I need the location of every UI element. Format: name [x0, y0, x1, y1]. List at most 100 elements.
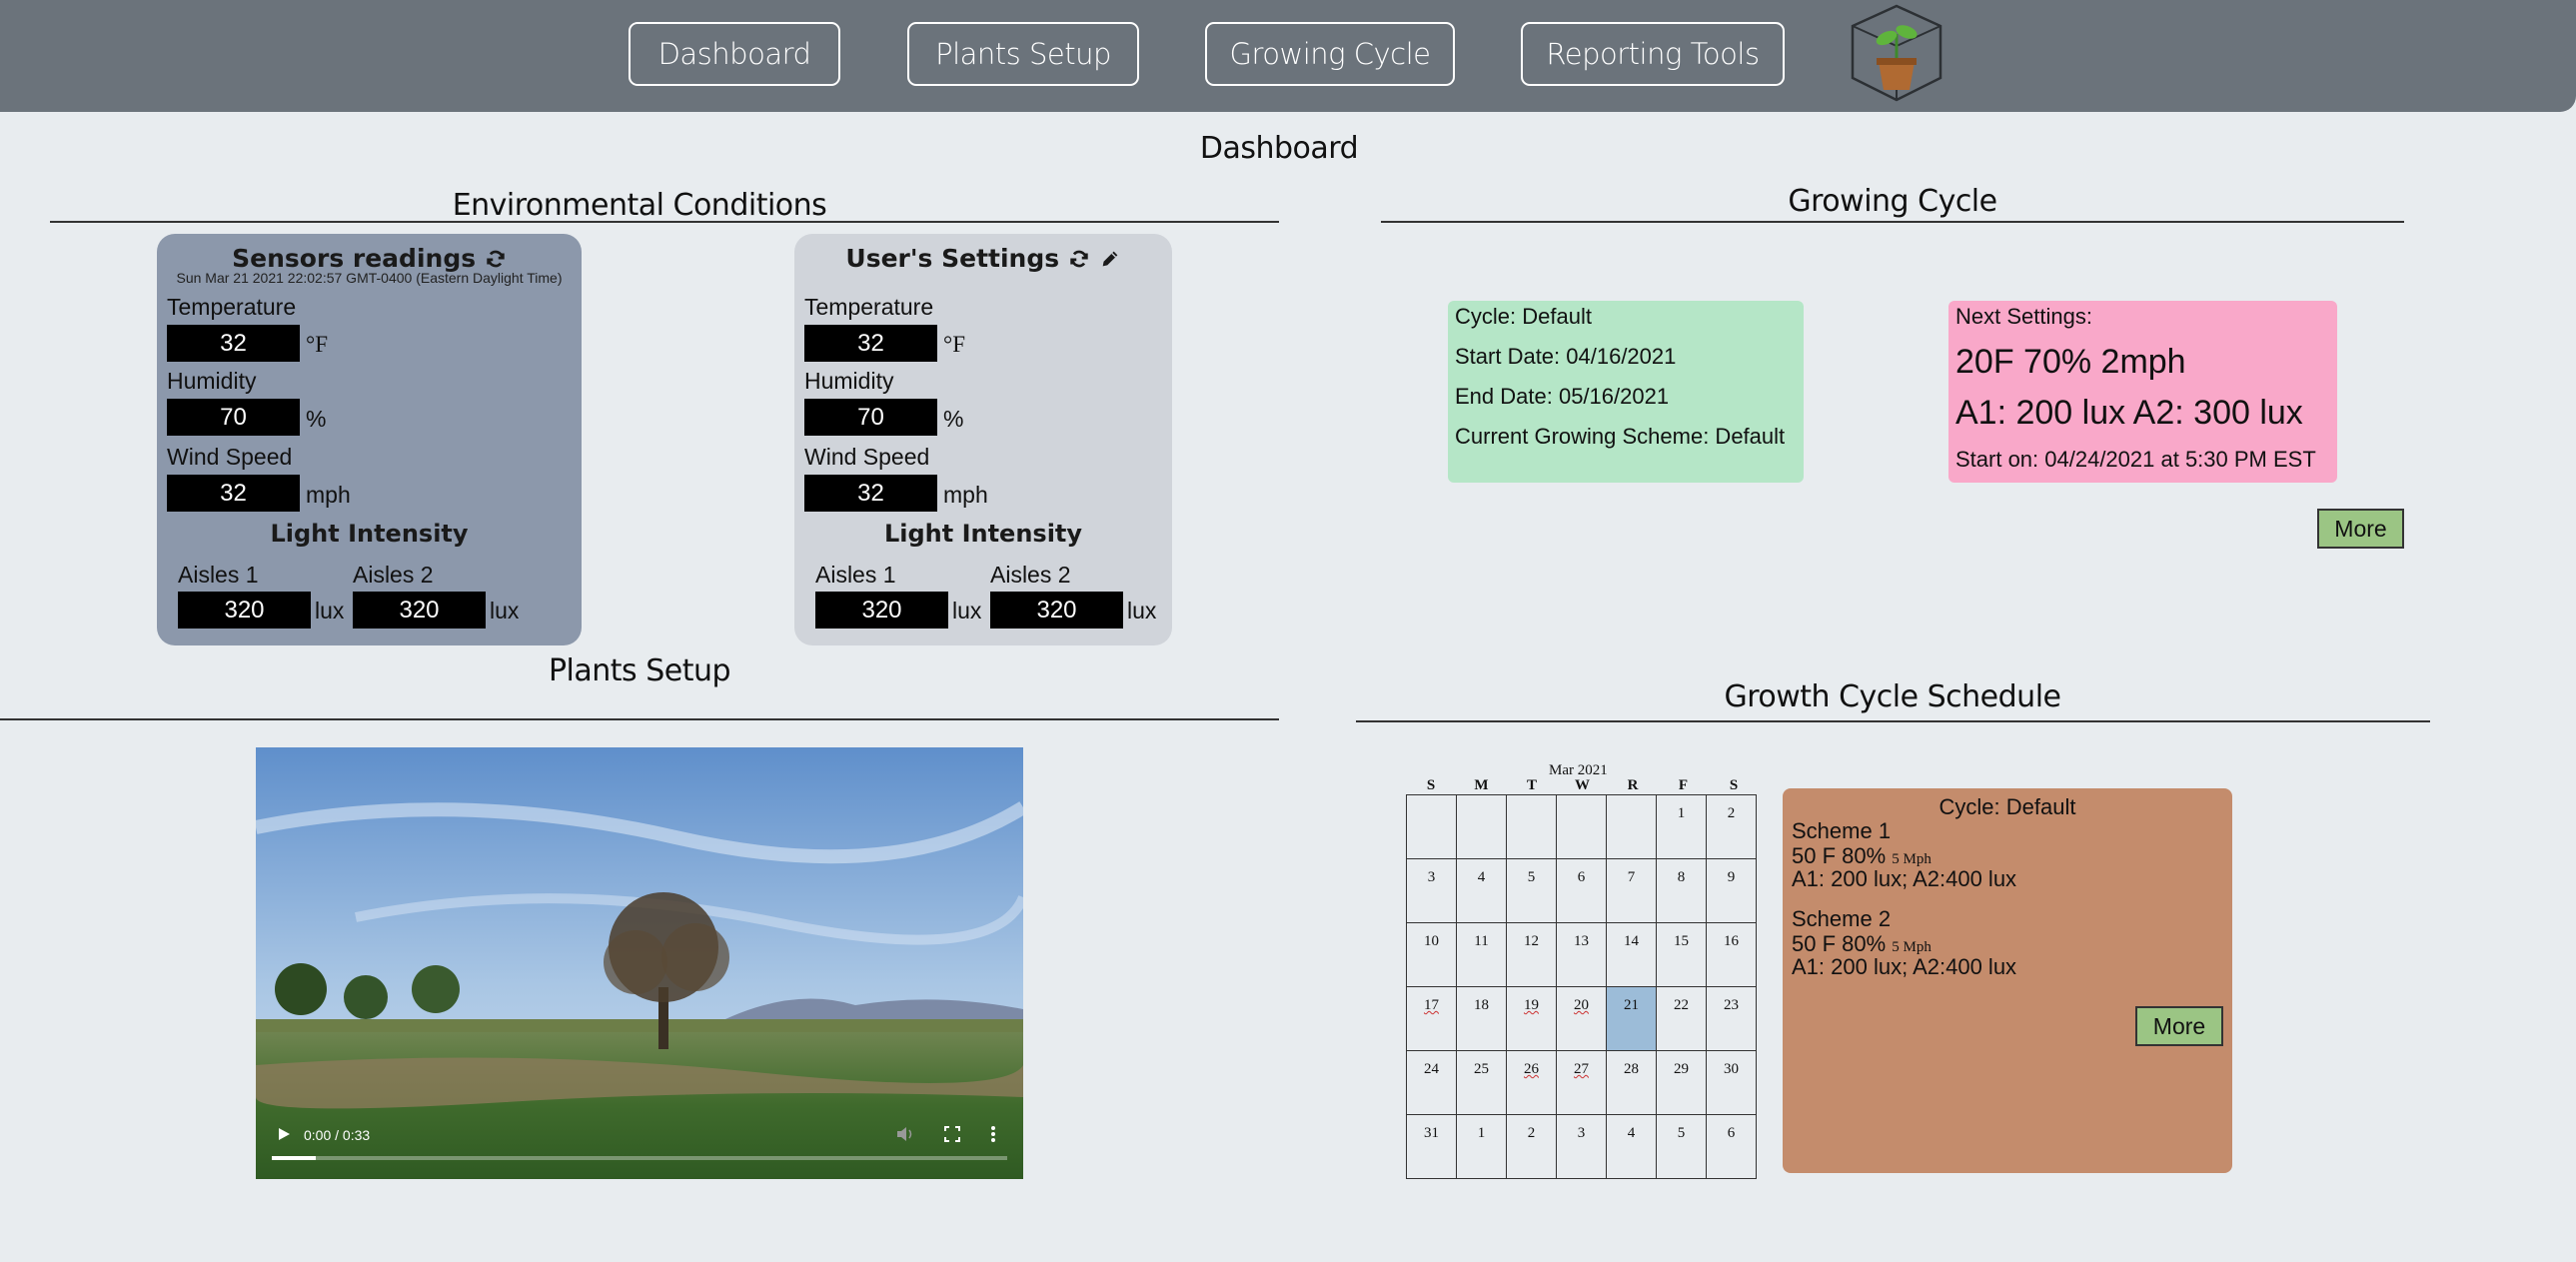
calendar-day[interactable]: 13	[1556, 922, 1607, 987]
calendar-day[interactable]: 8	[1656, 858, 1707, 923]
growing-cycle-more-button[interactable]: More	[2317, 509, 2404, 549]
calendar-week: 10 11 12 13 14 15 16	[1406, 922, 1757, 987]
growing-cycle-divider	[1381, 221, 2404, 223]
growing-cycle-title: Growing Cycle	[1788, 184, 1997, 219]
calendar-day[interactable]: 1	[1456, 1114, 1507, 1179]
calendar-day[interactable]: 30	[1706, 1050, 1757, 1115]
settings-card-header: User's Settings	[794, 244, 1172, 273]
volume-icon[interactable]	[895, 1125, 915, 1143]
calendar-day[interactable]: 31	[1406, 1114, 1457, 1179]
calendar-day[interactable]: 7	[1606, 858, 1657, 923]
calendar-day[interactable]: 15	[1656, 922, 1707, 987]
calendar-day[interactable]: 4	[1606, 1114, 1657, 1179]
scheme1-temp-humidity: 50 F 80%	[1792, 843, 1887, 868]
scheme1-title: Scheme 1	[1792, 818, 1892, 843]
setting-temperature-unit: °F	[943, 332, 965, 357]
setting-aisle2-value[interactable]: 320	[990, 592, 1123, 629]
play-icon[interactable]	[276, 1126, 292, 1142]
aisle2-value: 320	[353, 592, 486, 629]
calendar-day[interactable]: 29	[1656, 1050, 1707, 1115]
calendar-day[interactable]: 26	[1506, 1050, 1557, 1115]
calendar-day[interactable]	[1456, 794, 1507, 859]
plant-video-player[interactable]: 0:00 / 0:33	[256, 747, 1023, 1179]
plant-logo-icon[interactable]	[1849, 4, 1944, 102]
calendar-day[interactable]: 5	[1506, 858, 1557, 923]
calendar-day[interactable]: 23	[1706, 986, 1757, 1051]
calendar-week: 12	[1406, 794, 1757, 859]
calendar-day[interactable]	[1556, 794, 1607, 859]
next-settings-lux: A1: 200 lux A2: 300 lux	[1955, 394, 2303, 432]
calendar-day[interactable]: 2	[1706, 794, 1757, 859]
next-settings-climate: 20F 70% 2mph	[1955, 343, 2186, 381]
calendar-day[interactable]	[1506, 794, 1557, 859]
calendar-day[interactable]: 14	[1606, 922, 1657, 987]
nav-growing-cycle-button[interactable]: Growing Cycle	[1205, 22, 1455, 86]
calendar-day[interactable]: 1	[1656, 794, 1707, 859]
nav-reporting-tools-button[interactable]: Reporting Tools	[1521, 22, 1785, 86]
scheme1-wind: 5 Mph	[1892, 851, 1932, 867]
calendar-day[interactable]: 25	[1456, 1050, 1507, 1115]
calendar-weekday: S	[1426, 777, 1436, 793]
calendar-day[interactable]: 19	[1506, 986, 1557, 1051]
user-settings-card: User's Settings Temperature 32 °F Humidi…	[794, 234, 1172, 645]
fullscreen-icon[interactable]	[943, 1125, 961, 1143]
scheme-cycle-name: Cycle: Default	[1938, 794, 2076, 819]
schedule-more-button[interactable]: More	[2135, 1006, 2223, 1046]
growth-schedule-title: Growth Cycle Schedule	[1724, 679, 2061, 714]
aisle1-value: 320	[178, 592, 311, 629]
calendar-day[interactable]: 27	[1556, 1050, 1607, 1115]
scheme2-title: Scheme 2	[1792, 906, 1892, 931]
setting-humidity-value[interactable]: 70	[804, 399, 937, 436]
calendar-day[interactable]: 3	[1406, 858, 1457, 923]
pencil-icon[interactable]	[1099, 248, 1121, 270]
temperature-value: 32	[167, 325, 300, 362]
wind-speed-unit: mph	[306, 482, 351, 508]
calendar-day[interactable]: 24	[1406, 1050, 1457, 1115]
setting-aisle1-value[interactable]: 320	[815, 592, 948, 629]
nav-dashboard-button[interactable]: Dashboard	[629, 22, 840, 86]
calendar-weekday: R	[1627, 777, 1639, 793]
calendar-day[interactable]: 10	[1406, 922, 1457, 987]
calendar-day[interactable]: 21	[1606, 986, 1657, 1051]
plants-setup-title: Plants Setup	[548, 653, 731, 688]
calendar-day[interactable]: 28	[1606, 1050, 1657, 1115]
calendar-day[interactable]	[1606, 794, 1657, 859]
setting-aisle2-label: Aisles 2	[990, 562, 1071, 588]
calendar-day[interactable]: 17	[1406, 986, 1457, 1051]
calendar-day[interactable]	[1406, 794, 1457, 859]
nav-plants-setup-button[interactable]: Plants Setup	[907, 22, 1139, 86]
calendar-week: 17 18 19 20 21 22 23	[1406, 986, 1757, 1051]
env-divider	[50, 221, 1279, 223]
setting-wind-speed-unit: mph	[943, 482, 988, 508]
calendar-day[interactable]: 12	[1506, 922, 1557, 987]
video-frame	[256, 747, 1023, 1179]
refresh-icon[interactable]	[485, 248, 507, 270]
plants-setup-divider	[0, 718, 1279, 720]
setting-temperature-value[interactable]: 32	[804, 325, 937, 362]
setting-wind-speed-value[interactable]: 32	[804, 475, 937, 512]
page-title: Dashboard	[1199, 131, 1359, 166]
setting-humidity-unit: %	[943, 406, 964, 432]
calendar-day[interactable]: 3	[1556, 1114, 1607, 1179]
light-intensity-heading: Light Intensity	[270, 520, 469, 548]
next-settings-start: Start on: 04/24/2021 at 5:30 PM EST	[1955, 447, 2316, 472]
temperature-unit: °F	[306, 332, 328, 357]
calendar-day[interactable]: 16	[1706, 922, 1757, 987]
refresh-icon[interactable]	[1068, 248, 1090, 270]
calendar-day[interactable]: 6	[1556, 858, 1607, 923]
calendar-day[interactable]: 4	[1456, 858, 1507, 923]
calendar-day[interactable]: 20	[1556, 986, 1607, 1051]
calendar-day[interactable]: 11	[1456, 922, 1507, 987]
calendar-day[interactable]: 18	[1456, 986, 1507, 1051]
scheme-panel: Cycle: Default Scheme 1 50 F 80% 5 Mph A…	[1783, 788, 2232, 1173]
more-vert-icon[interactable]	[989, 1125, 997, 1143]
calendar-day[interactable]: 22	[1656, 986, 1707, 1051]
calendar-day[interactable]: 5	[1656, 1114, 1707, 1179]
aisle2-label: Aisles 2	[353, 562, 434, 588]
calendar-weekday: W	[1575, 777, 1590, 793]
cycle-name: Cycle: Default	[1455, 304, 1592, 329]
calendar-day[interactable]: 9	[1706, 858, 1757, 923]
calendar-day[interactable]: 2	[1506, 1114, 1557, 1179]
video-progress-track[interactable]	[272, 1156, 1007, 1160]
calendar-day[interactable]: 6	[1706, 1114, 1757, 1179]
